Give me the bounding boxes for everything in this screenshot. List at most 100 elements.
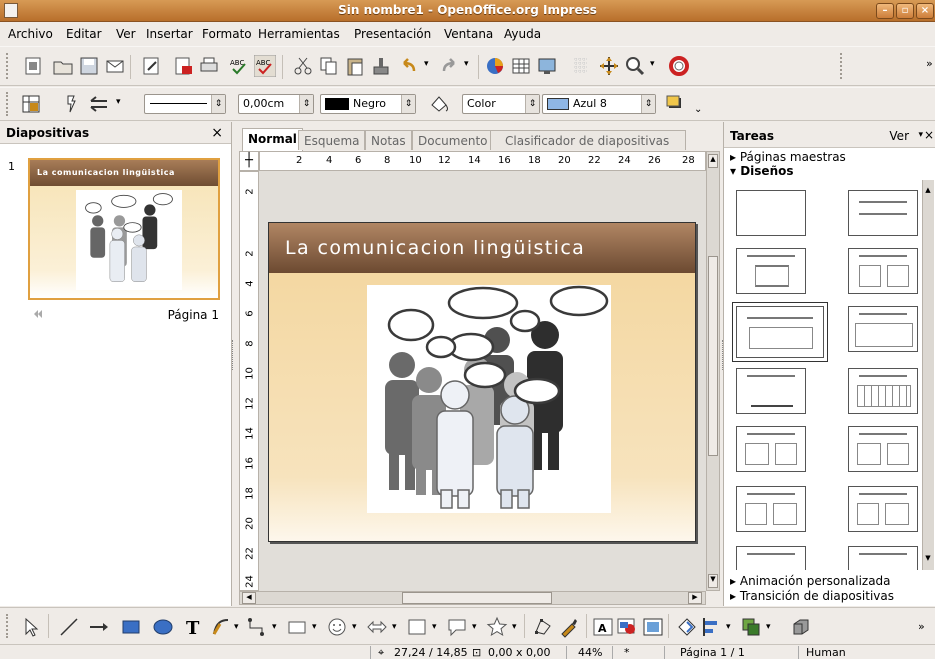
gallery-icon[interactable] bbox=[642, 616, 664, 638]
arrow-style-dropdown-icon[interactable]: ▾ bbox=[116, 97, 121, 107]
menu-insertar[interactable]: Insertar bbox=[146, 27, 193, 41]
open-folder-icon[interactable] bbox=[52, 55, 74, 77]
redo-dropdown-icon[interactable]: ▾ bbox=[464, 59, 469, 69]
current-slide[interactable]: La comunicacion lingüistica bbox=[268, 222, 696, 542]
line-color-spinner[interactable]: ⇕ bbox=[401, 95, 415, 113]
tab-documento[interactable]: Documento bbox=[412, 130, 494, 150]
layout-title-only[interactable] bbox=[848, 190, 918, 236]
panel-splitter-handle[interactable] bbox=[718, 340, 723, 370]
flowchart-icon[interactable] bbox=[406, 616, 428, 638]
tab-notas[interactable]: Notas bbox=[365, 130, 412, 150]
toolbar-handle[interactable] bbox=[840, 53, 846, 79]
toolbar-handle[interactable] bbox=[6, 53, 12, 79]
line-width-spinner[interactable]: ⇕ bbox=[299, 95, 313, 113]
slide-image[interactable] bbox=[367, 285, 611, 513]
cut-icon[interactable] bbox=[292, 55, 314, 77]
connector-tool-icon[interactable] bbox=[246, 616, 268, 638]
hscroll-thumb[interactable] bbox=[402, 592, 552, 604]
basic-shapes-dropdown-icon[interactable]: ▾ bbox=[312, 622, 317, 632]
rotate-icon[interactable] bbox=[676, 616, 698, 638]
shadow-icon[interactable] bbox=[664, 93, 686, 115]
display-grid-icon[interactable] bbox=[536, 55, 558, 77]
fontwork-icon[interactable]: A bbox=[592, 616, 614, 638]
line-style-select[interactable]: ⇕ bbox=[144, 94, 226, 114]
line-arrow-tool-icon[interactable] bbox=[88, 616, 110, 638]
navigator-icon[interactable] bbox=[598, 55, 620, 77]
layout-title-image-text[interactable] bbox=[736, 426, 806, 472]
toolbar-overflow-icon[interactable]: » bbox=[918, 620, 925, 633]
select-arrow-icon[interactable] bbox=[20, 616, 42, 638]
menu-editar[interactable]: Editar bbox=[66, 27, 102, 41]
section-layouts[interactable]: ▾ Diseños bbox=[730, 164, 794, 178]
layout-title-two-columns[interactable] bbox=[848, 248, 918, 294]
vertical-ruler[interactable]: 2 2 4 6 8 10 12 14 16 18 20 22 24 bbox=[239, 171, 259, 591]
document-modified[interactable]: * bbox=[624, 646, 630, 659]
spellcheck-icon[interactable]: ABC bbox=[228, 55, 250, 77]
close-panel-icon[interactable]: × bbox=[924, 128, 934, 142]
alignment-icon[interactable] bbox=[700, 616, 722, 638]
layout-title-table[interactable] bbox=[848, 368, 918, 414]
block-arrows-icon[interactable] bbox=[366, 616, 388, 638]
copy-icon[interactable] bbox=[318, 55, 340, 77]
email-icon[interactable] bbox=[104, 55, 126, 77]
from-file-icon[interactable] bbox=[616, 616, 638, 638]
scroll-left-icon[interactable]: ◀ bbox=[242, 592, 256, 604]
zoom-icon[interactable] bbox=[624, 55, 646, 77]
zoom-level[interactable]: 44% bbox=[578, 646, 602, 659]
area-style-select[interactable]: Color ⇕ bbox=[462, 94, 540, 114]
section-slide-transition[interactable]: ▸ Transición de diapositivas bbox=[730, 589, 894, 603]
editor-horizontal-scrollbar[interactable]: ◀ ▶ bbox=[239, 591, 706, 605]
editor-vertical-scrollbar[interactable]: ▲ ▼ bbox=[706, 151, 720, 591]
export-pdf-icon[interactable] bbox=[172, 55, 194, 77]
view-menu-button[interactable]: Ver bbox=[889, 129, 909, 143]
slide-title[interactable]: La comunicacion lingüistica bbox=[285, 237, 585, 259]
help-lifebuoy-icon[interactable] bbox=[668, 55, 690, 77]
paste-icon[interactable] bbox=[344, 55, 366, 77]
maximize-button[interactable]: ▫ bbox=[896, 3, 914, 19]
text-tool-icon[interactable]: T bbox=[182, 616, 204, 638]
layout-title-chart[interactable] bbox=[736, 368, 806, 414]
layout-title-text[interactable] bbox=[848, 306, 918, 352]
auto-spellcheck-icon[interactable]: ABC bbox=[254, 55, 276, 77]
close-window-button[interactable]: × bbox=[916, 3, 934, 19]
format-paintbrush-icon[interactable] bbox=[370, 55, 392, 77]
points-edit-icon[interactable] bbox=[532, 616, 554, 638]
table-icon[interactable] bbox=[510, 55, 532, 77]
menu-herramientas[interactable]: Herramientas bbox=[258, 27, 340, 41]
line-color-select[interactable]: Negro ⇕ bbox=[320, 94, 416, 114]
section-custom-animation[interactable]: ▸ Animación personalizada bbox=[730, 574, 891, 588]
layout-blank[interactable] bbox=[736, 190, 806, 236]
callouts-dropdown-icon[interactable]: ▾ bbox=[472, 622, 477, 632]
line-tool-icon[interactable] bbox=[58, 616, 80, 638]
line-width-field[interactable]: 0,00cm ⇕ bbox=[238, 94, 314, 114]
slide-canvas[interactable]: La comunicacion lingüistica bbox=[259, 171, 706, 591]
flowchart-dropdown-icon[interactable]: ▾ bbox=[432, 622, 437, 632]
toolbar-overflow-icon[interactable]: » bbox=[926, 57, 933, 70]
area-color-spinner[interactable]: ⇕ bbox=[641, 95, 655, 113]
line-icon[interactable] bbox=[60, 93, 82, 115]
minimize-button[interactable]: – bbox=[876, 3, 894, 19]
toolbar-overflow-icon[interactable]: ⌄ bbox=[694, 104, 702, 115]
toolbar-handle[interactable] bbox=[6, 614, 12, 638]
stars-dropdown-icon[interactable]: ▾ bbox=[512, 622, 517, 632]
symbol-shapes-icon[interactable] bbox=[326, 616, 348, 638]
layout-title-text-image[interactable] bbox=[736, 486, 806, 532]
section-master-pages[interactable]: ▸ Páginas maestras bbox=[730, 150, 846, 164]
rectangle-tool-icon[interactable] bbox=[120, 616, 142, 638]
arrange-icon[interactable] bbox=[740, 616, 762, 638]
edit-file-icon[interactable] bbox=[140, 55, 162, 77]
menu-ventana[interactable]: Ventana bbox=[444, 27, 493, 41]
tab-clasificador[interactable]: Clasificador de diapositivas bbox=[490, 130, 686, 150]
layout-title-chart-text[interactable] bbox=[848, 486, 918, 532]
layout-title-two-objects[interactable] bbox=[848, 546, 918, 570]
connector-dropdown-icon[interactable]: ▾ bbox=[272, 622, 277, 632]
menu-ver[interactable]: Ver bbox=[116, 27, 136, 41]
extrusion-icon[interactable] bbox=[790, 616, 812, 638]
undo-dropdown-icon[interactable]: ▾ bbox=[424, 59, 429, 69]
scroll-up-icon[interactable]: ▲ bbox=[923, 186, 933, 198]
scroll-right-icon[interactable]: ▶ bbox=[688, 592, 702, 604]
close-panel-icon[interactable]: × bbox=[211, 125, 223, 141]
grid-icon[interactable] bbox=[570, 55, 592, 77]
symbol-shapes-dropdown-icon[interactable]: ▾ bbox=[352, 622, 357, 632]
save-icon[interactable] bbox=[78, 55, 100, 77]
